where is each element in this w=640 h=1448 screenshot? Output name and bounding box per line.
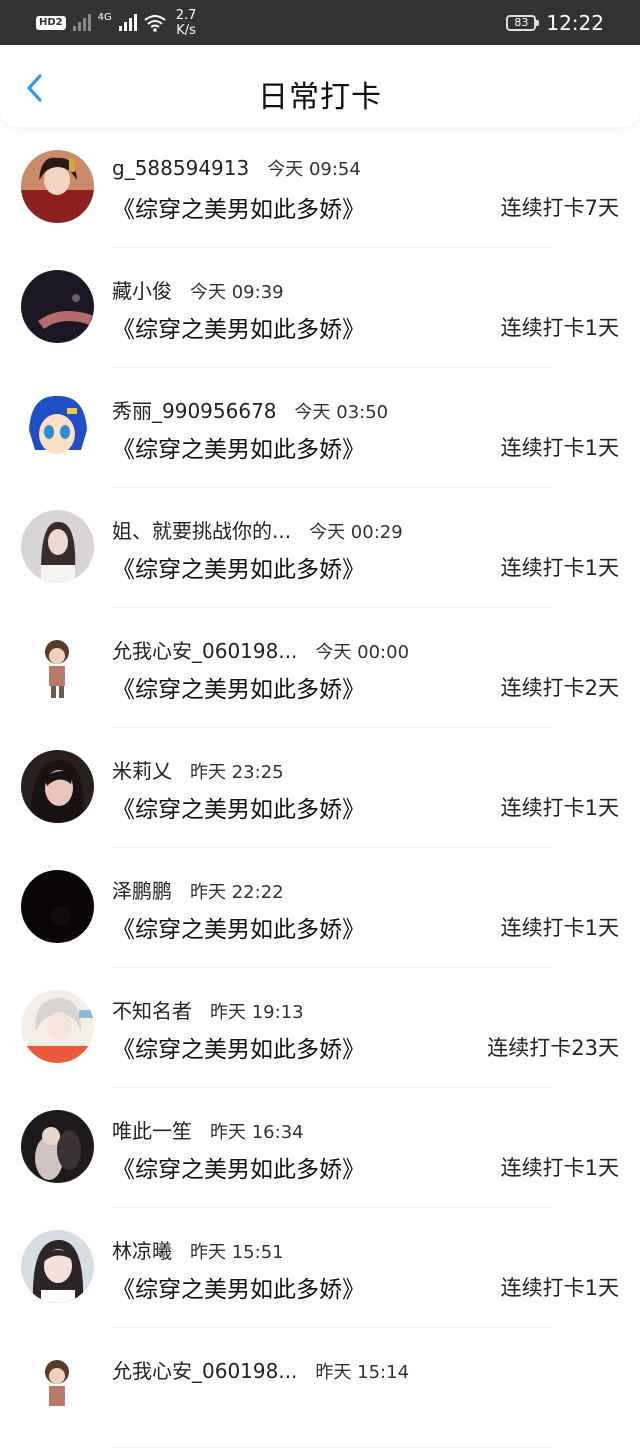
checkin-time: 今天 03:50	[294, 402, 389, 423]
book-title[interactable]: 《综穿之美男如此多娇》	[112, 790, 365, 824]
user-name[interactable]: g_588594913	[112, 156, 249, 180]
status-bar-left: HD2 4G 2.7 K/s	[36, 8, 196, 38]
entry-meta: 允我心安_060198... 今天 00:00	[112, 635, 409, 664]
book-title[interactable]: 《综穿之美男如此多娇》	[112, 190, 365, 224]
book-title[interactable]: 《综穿之美男如此多娇》	[112, 430, 365, 464]
avatar[interactable]	[21, 390, 94, 463]
checkin-time: 昨天 22:22	[190, 882, 284, 903]
checkin-time: 昨天 23:25	[190, 762, 284, 783]
user-name[interactable]: 不知名者	[112, 995, 192, 1024]
book-title[interactable]: 《综穿之美男如此多娇》	[112, 1030, 365, 1064]
streak-count: 连续打卡1天	[500, 316, 619, 340]
book-title[interactable]: 《综穿之美男如此多娇》	[112, 1270, 365, 1304]
checkin-time: 昨天 15:51	[190, 1242, 284, 1263]
entry-meta: 秀丽_990956678 今天 03:50	[112, 395, 388, 424]
page-title: 日常打卡	[258, 80, 382, 115]
list-item[interactable]: 姐、就要挑战你的... 今天 00:29 《综穿之美男如此多娇》 连续打卡1天	[0, 488, 640, 608]
avatar[interactable]	[21, 630, 94, 703]
avatar[interactable]	[21, 510, 94, 583]
user-name[interactable]: 泽鹏鹏	[112, 875, 172, 904]
streak-count: 连续打卡1天	[500, 1156, 619, 1180]
streak-count: 连续打卡1天	[500, 556, 619, 580]
list-item[interactable]: 唯此一笙 昨天 16:34 《综穿之美男如此多娇》 连续打卡1天	[0, 1088, 640, 1208]
streak-count: 连续打卡1天	[500, 436, 619, 460]
checkin-time: 今天 00:29	[309, 522, 403, 543]
list-item[interactable]: 不知名者 昨天 19:13 《综穿之美男如此多娇》 连续打卡23天	[0, 968, 640, 1088]
streak-count: 连续打卡1天	[500, 1276, 619, 1300]
list-item[interactable]: 米莉乂 昨天 23:25 《综穿之美男如此多娇》 连续打卡1天	[0, 728, 640, 848]
streak-count: 连续打卡2天	[500, 676, 619, 700]
entry-meta: 泽鹏鹏 昨天 22:22	[112, 875, 284, 904]
checkin-time: 今天 00:00	[315, 642, 410, 663]
checkin-time: 昨天 15:14	[315, 1362, 410, 1383]
checkin-time: 今天 09:39	[190, 282, 284, 303]
avatar[interactable]	[21, 270, 94, 343]
network-type: 4G	[97, 11, 112, 23]
streak-count: 连续打卡1天	[500, 796, 619, 820]
entry-meta: g_588594913 今天 09:54	[112, 155, 361, 181]
entry-meta: 林凉曦 昨天 15:51	[112, 1235, 284, 1264]
entry-meta: 藏小俊 今天 09:39	[112, 275, 284, 304]
entry-meta: 不知名者 昨天 19:13	[112, 995, 304, 1024]
checkin-time: 昨天 16:34	[210, 1122, 304, 1143]
signal-icon	[72, 14, 91, 31]
header-bar: 日常打卡	[0, 45, 640, 127]
list-item[interactable]: 藏小俊 今天 09:39 《综穿之美男如此多娇》 连续打卡1天	[0, 248, 640, 368]
checkin-list: g_588594913 今天 09:54 《综穿之美男如此多娇》 连续打卡7天 …	[0, 128, 640, 1448]
streak-count: 连续打卡1天	[500, 916, 619, 940]
checkin-time: 今天 09:54	[267, 159, 361, 180]
book-title[interactable]: 《综穿之美男如此多娇》	[112, 1150, 365, 1184]
status-bar-right: 83 12:22	[506, 8, 604, 38]
book-title[interactable]: 《综穿之美男如此多娇》	[112, 550, 365, 584]
user-name[interactable]: 藏小俊	[112, 275, 172, 304]
book-title[interactable]: 《综穿之美男如此多娇》	[112, 670, 365, 704]
list-item[interactable]: 允我心安_060198... 今天 00:00 《综穿之美男如此多娇》 连续打卡…	[0, 608, 640, 728]
book-title[interactable]: 《综穿之美男如此多娇》	[112, 910, 365, 944]
book-title[interactable]: 《综穿之美男如此多娇》	[112, 310, 365, 344]
wifi-icon	[144, 15, 166, 32]
list-item[interactable]: 允我心安_060198... 昨天 15:14	[0, 1328, 640, 1448]
hd-badge: HD2	[36, 16, 66, 30]
avatar[interactable]	[21, 1110, 94, 1183]
avatar[interactable]	[21, 1230, 94, 1303]
streak-count: 连续打卡23天	[487, 1036, 619, 1060]
status-bar: HD2 4G 2.7 K/s 83 12:22	[0, 0, 640, 45]
avatar[interactable]	[21, 150, 94, 223]
user-name[interactable]: 米莉乂	[112, 755, 172, 784]
user-name[interactable]: 林凉曦	[112, 1235, 172, 1264]
entry-meta: 允我心安_060198... 昨天 15:14	[112, 1355, 409, 1384]
avatar[interactable]	[21, 870, 94, 943]
list-item[interactable]: 秀丽_990956678 今天 03:50 《综穿之美男如此多娇》 连续打卡1天	[0, 368, 640, 488]
user-name[interactable]: 允我心安_060198...	[112, 1355, 297, 1384]
entry-meta: 唯此一笙 昨天 16:34	[112, 1115, 304, 1144]
status-clock: 12:22	[546, 11, 604, 35]
checkin-time: 昨天 19:13	[210, 1002, 304, 1023]
battery-icon: 83	[506, 15, 540, 31]
list-item[interactable]: 林凉曦 昨天 15:51 《综穿之美男如此多娇》 连续打卡1天	[0, 1208, 640, 1328]
entry-meta: 姐、就要挑战你的... 今天 00:29	[112, 515, 403, 544]
list-item[interactable]: 泽鹏鹏 昨天 22:22 《综穿之美男如此多娇》 连续打卡1天	[0, 848, 640, 968]
avatar[interactable]	[21, 990, 94, 1063]
entry-meta: 米莉乂 昨天 23:25	[112, 755, 284, 784]
network-speed: 2.7 K/s	[175, 8, 197, 38]
user-name[interactable]: 姐、就要挑战你的...	[112, 515, 291, 544]
signal-icon-2	[118, 14, 137, 31]
user-name[interactable]: 唯此一笙	[112, 1115, 192, 1144]
list-item[interactable]: g_588594913 今天 09:54 《综穿之美男如此多娇》 连续打卡7天	[0, 128, 640, 248]
user-name[interactable]: 允我心安_060198...	[112, 635, 297, 664]
avatar[interactable]	[21, 750, 94, 823]
user-name[interactable]: 秀丽_990956678	[112, 395, 277, 424]
streak-count: 连续打卡7天	[500, 196, 619, 220]
